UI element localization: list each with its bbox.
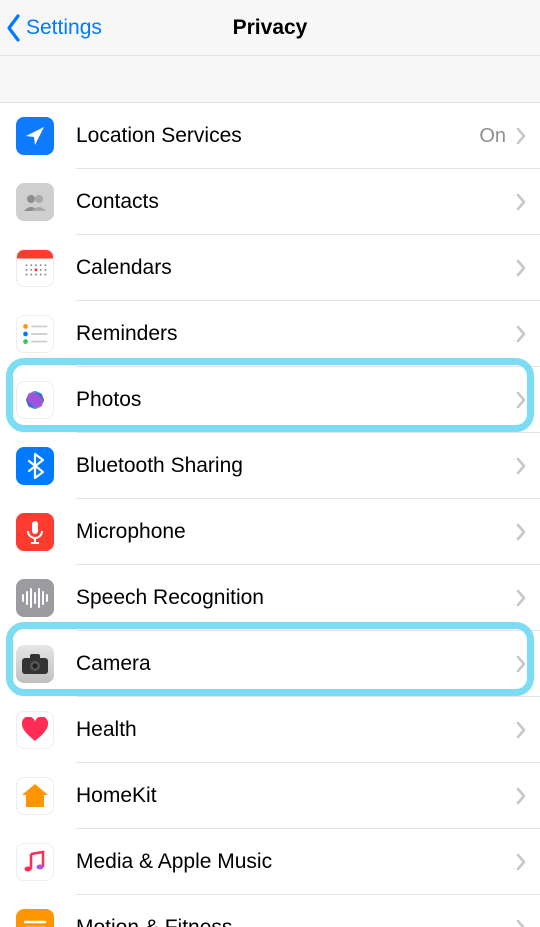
chevron-right-icon — [516, 787, 526, 805]
row-value: On — [479, 125, 506, 148]
bluetooth-icon — [16, 447, 54, 485]
row-label: Microphone — [76, 520, 516, 544]
row-label: Health — [76, 718, 516, 742]
chevron-right-icon — [516, 853, 526, 871]
chevron-right-icon — [516, 325, 526, 343]
row-label: Reminders — [76, 322, 516, 346]
row-health[interactable]: Health — [0, 697, 540, 763]
microphone-icon — [16, 513, 54, 551]
location-icon — [16, 117, 54, 155]
nav-bar: Settings Privacy — [0, 0, 540, 56]
row-label: Media & Apple Music — [76, 850, 516, 874]
row-location-services[interactable]: Location Services On — [0, 103, 540, 169]
back-button[interactable]: Settings — [6, 0, 102, 55]
back-chevron-icon — [6, 14, 22, 42]
row-motion-fitness[interactable]: Motion & Fitness — [0, 895, 540, 927]
row-photos[interactable]: Photos — [0, 367, 540, 433]
chevron-right-icon — [516, 457, 526, 475]
chevron-right-icon — [516, 391, 526, 409]
chevron-right-icon — [516, 589, 526, 607]
row-label: Motion & Fitness — [76, 916, 516, 927]
row-label: Camera — [76, 652, 516, 676]
chevron-right-icon — [516, 523, 526, 541]
homekit-icon — [16, 777, 54, 815]
chevron-right-icon — [516, 259, 526, 277]
photos-icon — [16, 381, 54, 419]
row-media-apple-music[interactable]: Media & Apple Music — [0, 829, 540, 895]
row-bluetooth-sharing[interactable]: Bluetooth Sharing — [0, 433, 540, 499]
row-label: Calendars — [76, 256, 516, 280]
chevron-right-icon — [516, 655, 526, 673]
chevron-right-icon — [516, 193, 526, 211]
chevron-right-icon — [516, 127, 526, 145]
chevron-right-icon — [516, 919, 526, 927]
row-speech-recognition[interactable]: Speech Recognition — [0, 565, 540, 631]
row-label: Speech Recognition — [76, 586, 516, 610]
back-label: Settings — [26, 16, 102, 40]
chevron-right-icon — [516, 721, 526, 739]
health-icon — [16, 711, 54, 749]
row-label: Contacts — [76, 190, 516, 214]
row-homekit[interactable]: HomeKit — [0, 763, 540, 829]
row-calendars[interactable]: Calendars — [0, 235, 540, 301]
row-contacts[interactable]: Contacts — [0, 169, 540, 235]
reminders-icon — [16, 315, 54, 353]
calendars-icon — [16, 249, 54, 287]
row-label: HomeKit — [76, 784, 516, 808]
section-gap — [0, 56, 540, 102]
motion-icon — [16, 909, 54, 927]
speech-icon — [16, 579, 54, 617]
row-label: Bluetooth Sharing — [76, 454, 516, 478]
camera-icon — [16, 645, 54, 683]
row-camera[interactable]: Camera — [0, 631, 540, 697]
row-label: Location Services — [76, 124, 479, 148]
settings-list: Location Services On Contacts Calendars — [0, 102, 540, 927]
page-title: Privacy — [233, 16, 308, 40]
music-icon — [16, 843, 54, 881]
row-label: Photos — [76, 388, 516, 412]
row-microphone[interactable]: Microphone — [0, 499, 540, 565]
contacts-icon — [16, 183, 54, 221]
row-reminders[interactable]: Reminders — [0, 301, 540, 367]
